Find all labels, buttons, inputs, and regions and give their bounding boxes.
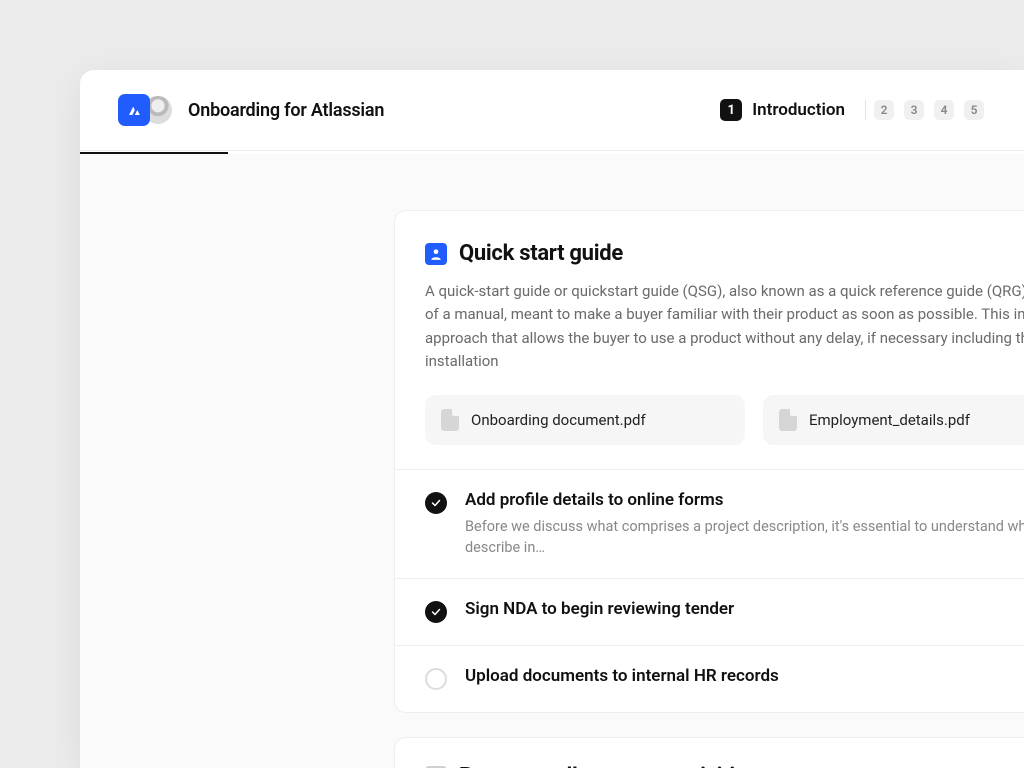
step-future-4[interactable]: 4 — [934, 100, 954, 120]
task-body: Upload documents to internal HR records — [465, 666, 1024, 692]
person-icon — [425, 243, 447, 265]
card-description: A quick-start guide or quickstart guide … — [425, 280, 1024, 373]
task-list: Add profile details to online forms Befo… — [395, 469, 1024, 712]
unchecked-circle-icon[interactable] — [425, 668, 447, 690]
avatar-stack — [118, 94, 174, 126]
task-body: Sign NDA to begin reviewing tender — [465, 599, 1024, 625]
task-row[interactable]: Add profile details to online forms Befo… — [395, 470, 1024, 579]
checkmark-icon[interactable] — [425, 492, 447, 514]
card-title: Quick start guide — [459, 241, 623, 266]
company-logo-icon — [118, 94, 150, 126]
header-bar: Onboarding for Atlassian 1 Introduction … — [80, 70, 1024, 151]
card-header: Resource allowance requisition — [425, 764, 1024, 768]
card-header: Quick start guide — [425, 241, 1024, 266]
attachment-name: Employment_details.pdf — [809, 411, 970, 429]
attachment-item[interactable]: Employment_details.pdf — [763, 395, 1024, 445]
task-row[interactable]: Sign NDA to begin reviewing tender — [395, 579, 1024, 646]
file-icon — [441, 409, 459, 431]
step-future-5[interactable]: 5 — [964, 100, 984, 120]
step-future-list: 2 3 4 5 — [865, 100, 984, 120]
step-current[interactable]: 1 Introduction — [720, 99, 845, 121]
step-label: Introduction — [752, 100, 845, 120]
task-title: Add profile details to online forms — [465, 490, 1024, 510]
file-icon — [779, 409, 797, 431]
task-body: Add profile details to online forms Befo… — [465, 490, 1024, 558]
content-area: Quick start guide A quick-start guide or… — [80, 154, 1024, 768]
card-title: Resource allowance requisition — [459, 764, 759, 768]
task-title: Upload documents to internal HR records — [465, 666, 1024, 686]
task-description: Before we discuss what comprises a proje… — [465, 516, 1024, 558]
card-resource-allowance: Resource allowance requisition — [394, 737, 1024, 768]
header-left: Onboarding for Atlassian — [118, 94, 384, 126]
attachments-row: Onboarding document.pdf Employment_detai… — [425, 395, 1024, 445]
attachment-name: Onboarding document.pdf — [471, 411, 646, 429]
step-number-badge: 1 — [720, 99, 742, 121]
card-quick-start: Quick start guide A quick-start guide or… — [394, 210, 1024, 713]
step-nav: 1 Introduction 2 3 4 5 — [720, 99, 984, 121]
task-title: Sign NDA to begin reviewing tender — [465, 599, 1024, 619]
page-title: Onboarding for Atlassian — [188, 100, 384, 121]
step-future-2[interactable]: 2 — [874, 100, 894, 120]
checkmark-icon[interactable] — [425, 601, 447, 623]
step-future-3[interactable]: 3 — [904, 100, 924, 120]
app-window: Onboarding for Atlassian 1 Introduction … — [80, 70, 1024, 768]
attachment-item[interactable]: Onboarding document.pdf — [425, 395, 745, 445]
task-row[interactable]: Upload documents to internal HR records — [395, 646, 1024, 712]
